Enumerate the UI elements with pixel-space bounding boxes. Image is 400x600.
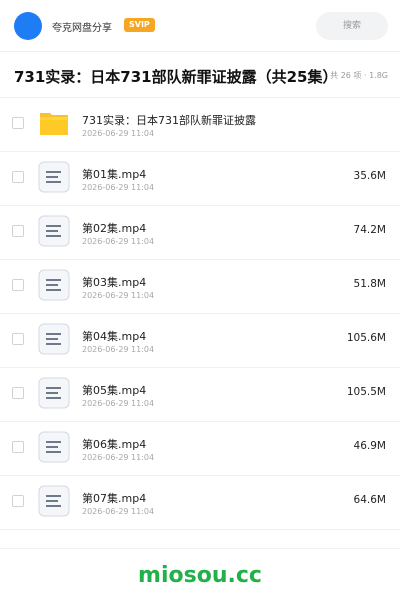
- file-size: 105.6M: [346, 332, 386, 344]
- file-size: 64.6M: [353, 494, 386, 506]
- file-icon: [38, 485, 70, 517]
- file-date: 2026-06-29 11:04: [82, 507, 155, 516]
- file-name: 第02集.mp4: [82, 222, 147, 235]
- checkbox[interactable]: [12, 387, 24, 399]
- file-date: 2026-06-29 11:04: [82, 291, 155, 300]
- list-item[interactable]: 第02集.mp4 2026-06-29 11:04 74.2M: [0, 206, 400, 260]
- file-size: 46.9M: [353, 440, 386, 452]
- page-title: 731实录：日本731部队新罪证披露（共25集）: [14, 68, 338, 86]
- checkbox[interactable]: [12, 279, 24, 291]
- top-header: 夸克网盘分享 SVIP 搜索: [0, 0, 400, 52]
- file-date: 2026-06-29 11:04: [82, 183, 155, 192]
- checkbox[interactable]: [12, 441, 24, 453]
- list-item[interactable]: 第04集.mp4 2026-06-29 11:04 105.6M: [0, 314, 400, 368]
- file-list: 731实录：日本731部队新罪证披露 2026-06-29 11:04 第01集…: [0, 98, 400, 530]
- search-input[interactable]: 搜索: [316, 12, 388, 40]
- file-icon: [38, 431, 70, 463]
- share-meta: 共 26 项 · 1.8G: [330, 71, 388, 80]
- share-title-bar: 731实录：日本731部队新罪证披露（共25集） 共 26 项 · 1.8G: [0, 52, 400, 98]
- file-icon: [38, 269, 70, 301]
- list-item[interactable]: 第01集.mp4 2026-06-29 11:04 35.6M: [0, 152, 400, 206]
- list-item[interactable]: 第06集.mp4 2026-06-29 11:04 46.9M: [0, 422, 400, 476]
- list-item[interactable]: 第05集.mp4 2026-06-29 11:04 105.5M: [0, 368, 400, 422]
- folder-icon: [38, 107, 70, 139]
- file-name: 第04集.mp4: [82, 330, 147, 343]
- file-size: 51.8M: [353, 278, 386, 290]
- file-date: 2026-06-29 11:04: [82, 237, 155, 246]
- checkbox[interactable]: [12, 333, 24, 345]
- checkbox[interactable]: [12, 225, 24, 237]
- file-name: 第05集.mp4: [82, 384, 147, 397]
- checkbox[interactable]: [12, 495, 24, 507]
- watermark: miosou.cc: [138, 563, 262, 588]
- avatar[interactable]: [14, 12, 42, 40]
- checkbox[interactable]: [12, 171, 24, 183]
- svip-badge: SVIP: [124, 18, 155, 32]
- file-date: 2026-06-29 11:04: [82, 129, 155, 138]
- brand-label: 夸克网盘分享: [52, 23, 112, 34]
- checkbox[interactable]: [12, 117, 24, 129]
- file-icon: [38, 161, 70, 193]
- file-icon: [38, 323, 70, 355]
- file-date: 2026-06-29 11:04: [82, 345, 155, 354]
- file-size: 35.6M: [353, 170, 386, 182]
- file-name: 第03集.mp4: [82, 276, 147, 289]
- file-name: 731实录：日本731部队新罪证披露: [82, 114, 256, 127]
- file-name: 第01集.mp4: [82, 168, 147, 181]
- file-icon: [38, 215, 70, 247]
- file-size: 74.2M: [353, 224, 386, 236]
- file-name: 第06集.mp4: [82, 438, 147, 451]
- list-item-folder[interactable]: 731实录：日本731部队新罪证披露 2026-06-29 11:04: [0, 98, 400, 152]
- list-item[interactable]: 第07集.mp4 2026-06-29 11:04 64.6M: [0, 476, 400, 530]
- file-date: 2026-06-29 11:04: [82, 399, 155, 408]
- list-item[interactable]: 第03集.mp4 2026-06-29 11:04 51.8M: [0, 260, 400, 314]
- file-icon: [38, 377, 70, 409]
- footer: miosou.cc: [0, 548, 400, 600]
- file-size: 105.5M: [346, 386, 386, 398]
- file-date: 2026-06-29 11:04: [82, 453, 155, 462]
- file-name: 第07集.mp4: [82, 492, 147, 505]
